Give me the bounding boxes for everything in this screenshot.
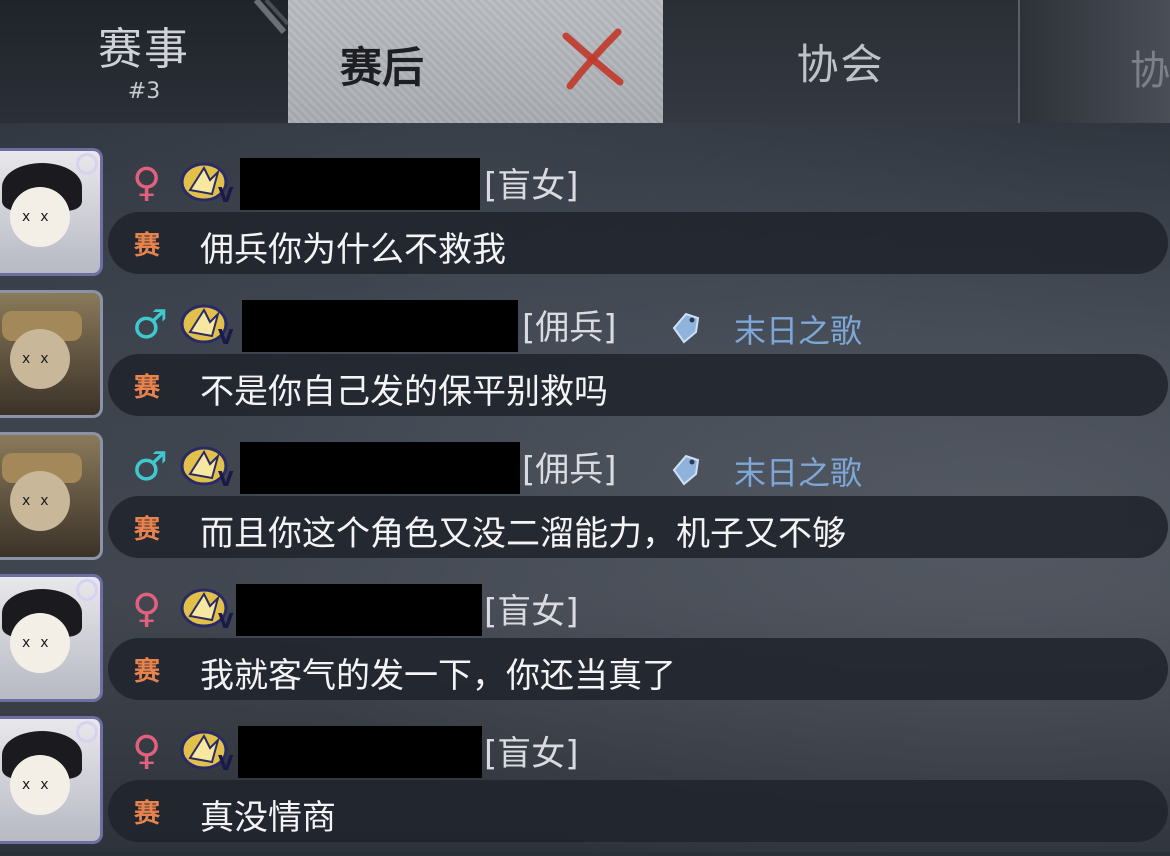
avatar[interactable]: xx xyxy=(0,432,103,560)
clan-tag-icon xyxy=(672,312,700,344)
message-text: 真没情商 xyxy=(200,798,336,838)
message-bubble: 赛 不是你自己发的保平别救吗 xyxy=(108,354,1168,416)
role-label: [盲女] xyxy=(484,734,579,774)
rank-badge-icon: V xyxy=(180,446,234,490)
role-label: [盲女] xyxy=(484,166,579,206)
tab-bar: 赛事 #3 赛后 协会 协 xyxy=(0,0,1170,123)
channel-badge: 赛 xyxy=(133,230,160,261)
message-header: ♂ V [佣兵] 末日之歌 xyxy=(108,440,1170,496)
clan-name: 末日之歌 xyxy=(734,454,863,492)
tab-divider-icon xyxy=(253,0,288,34)
rank-badge-icon: V xyxy=(180,730,234,774)
male-icon: ♂ xyxy=(132,444,168,490)
svg-text:V: V xyxy=(218,183,234,206)
female-icon: ♀ xyxy=(132,586,162,632)
clan-tag-icon xyxy=(672,454,700,486)
clan-name: 末日之歌 xyxy=(734,312,863,350)
tab-event-count: #3 xyxy=(127,79,161,104)
tab-more-label: 协 xyxy=(1130,48,1170,94)
role-label: [佣兵] xyxy=(522,308,617,348)
svg-text:V: V xyxy=(218,609,234,632)
message-text: 佣兵你为什么不救我 xyxy=(200,230,506,270)
rank-badge-icon: V xyxy=(180,162,234,206)
tab-association[interactable]: 协会 xyxy=(663,0,1018,123)
message-header: ♀ V [盲女] xyxy=(108,582,1170,638)
message-bubble: 赛 真没情商 xyxy=(108,780,1168,842)
male-icon: ♂ xyxy=(132,302,168,348)
tab-event-label: 赛事 xyxy=(98,24,190,75)
rank-badge-icon: V xyxy=(180,588,234,632)
svg-text:V: V xyxy=(218,325,234,348)
close-icon[interactable] xyxy=(558,24,628,94)
message-header: ♀ V [盲女] xyxy=(108,724,1170,780)
chat-message: xx ♀ V [盲女] 赛 我就客气的发一下，你还当真了 xyxy=(0,574,1170,714)
svg-text:V: V xyxy=(218,467,234,490)
player-name-redacted xyxy=(238,726,482,778)
message-bubble: 赛 佣兵你为什么不救我 xyxy=(108,212,1168,274)
channel-badge: 赛 xyxy=(133,372,160,403)
tab-more[interactable]: 协 xyxy=(1018,0,1170,123)
message-text: 而且你这个角色又没二溜能力，机子又不够 xyxy=(200,514,846,554)
channel-badge: 赛 xyxy=(133,656,160,687)
tab-after-game-label: 赛后 xyxy=(340,43,425,92)
chat-message: xx ♀ V [盲女] 赛 佣兵你为什么不救我 xyxy=(0,148,1170,288)
female-icon: ♀ xyxy=(132,728,162,774)
message-header: ♀ V [盲女] xyxy=(108,156,1170,212)
message-header: ♂ V [佣兵] 末日之歌 xyxy=(108,298,1170,354)
message-text: 不是你自己发的保平别救吗 xyxy=(200,372,608,412)
tab-event[interactable]: 赛事 #3 xyxy=(0,0,288,123)
svg-text:V: V xyxy=(218,751,234,774)
chat-message: xx ♂ V [佣兵] 末日之歌 赛 而且你这个角色又没二溜能力，机子又不够 xyxy=(0,432,1170,572)
message-bubble: 赛 我就客气的发一下，你还当真了 xyxy=(108,638,1168,700)
avatar[interactable]: xx xyxy=(0,290,103,418)
player-name-redacted xyxy=(242,300,518,352)
avatar[interactable]: xx xyxy=(0,574,103,702)
female-icon: ♀ xyxy=(132,160,162,206)
role-label: [佣兵] xyxy=(522,450,617,490)
role-label: [盲女] xyxy=(484,592,579,632)
message-text: 我就客气的发一下，你还当真了 xyxy=(200,656,676,696)
channel-badge: 赛 xyxy=(133,514,160,545)
player-name-redacted xyxy=(240,442,520,494)
tab-association-label: 协会 xyxy=(796,40,885,89)
avatar[interactable]: xx xyxy=(0,148,103,276)
channel-badge: 赛 xyxy=(133,798,160,829)
avatar[interactable]: xx xyxy=(0,716,103,844)
chat-message: xx ♀ V [盲女] 赛 真没情商 xyxy=(0,716,1170,856)
rank-badge-icon: V xyxy=(180,304,234,348)
message-bubble: 赛 而且你这个角色又没二溜能力，机子又不够 xyxy=(108,496,1168,558)
tab-after-game[interactable]: 赛后 xyxy=(288,0,663,123)
player-name-redacted xyxy=(240,158,480,210)
player-name-redacted xyxy=(236,584,482,636)
chat-message: xx ♂ V [佣兵] 末日之歌 赛 不是你自己发的保平别救吗 xyxy=(0,290,1170,430)
